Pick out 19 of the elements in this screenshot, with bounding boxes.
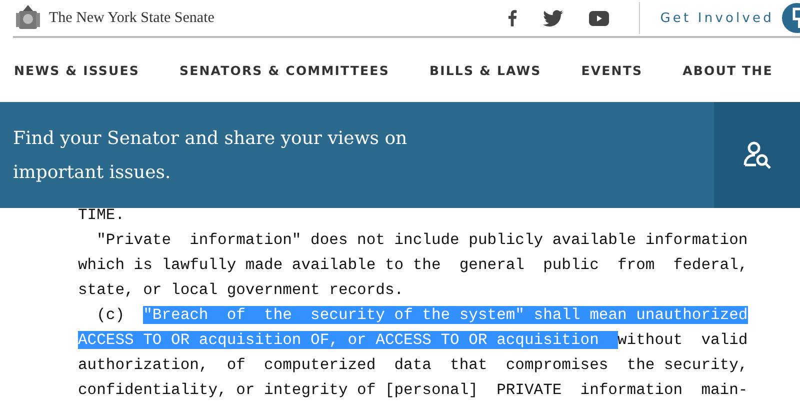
search-panel[interactable]	[714, 102, 800, 208]
text-line: TIME.	[78, 205, 126, 226]
text-line: state, or local government records.	[78, 280, 405, 301]
bird-icon[interactable]	[543, 10, 564, 26]
person-search-icon	[742, 140, 772, 170]
nav-link[interactable]: SENATORS & COMMITTEES	[179, 62, 390, 78]
nav-link[interactable]: BILLS & LAWS	[429, 62, 542, 78]
nav-link[interactable]: NEWS & ISSUES	[14, 62, 140, 78]
text-line: "Private information" does not include publicly available information	[96, 230, 749, 251]
get-involved-link[interactable]: Get Involved	[660, 10, 774, 26]
facebook-icon[interactable]	[507, 9, 518, 27]
banner-text[interactable]: Find your Senator and share your views on important issues.	[0, 102, 413, 208]
play-icon[interactable]	[589, 10, 610, 26]
text-line: authorization, of computerized data that compromises the security,	[78, 355, 749, 376]
site-title[interactable]: The New York State Senate	[49, 10, 214, 26]
text-line: confidentiality, or integrity of [personal] PRIVATE information main-	[78, 380, 749, 401]
text-line: which is lawfully made available to the general public from federal,	[78, 255, 749, 276]
nav-link[interactable]: ABOUT THE	[682, 62, 773, 78]
nav-link[interactable]: EVENTS	[581, 62, 643, 78]
